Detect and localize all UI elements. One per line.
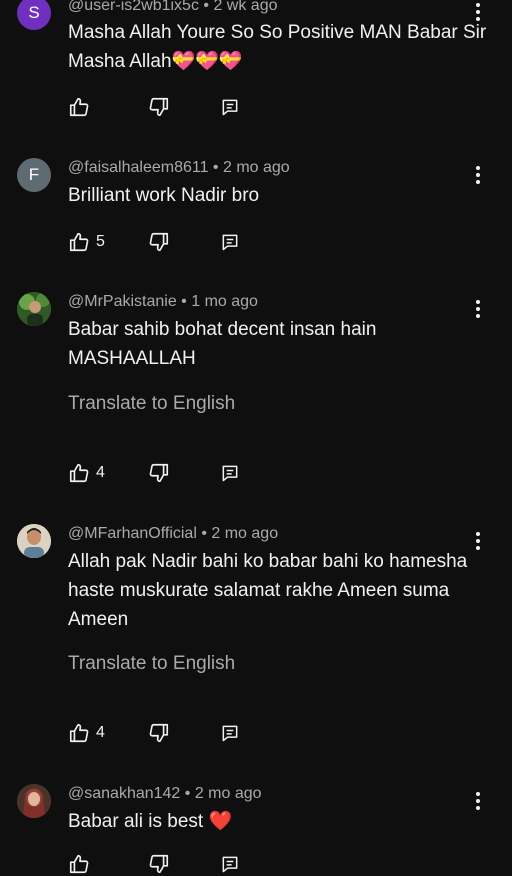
comment-actions: 4 bbox=[68, 721, 268, 745]
reply-button[interactable] bbox=[220, 852, 240, 876]
reply-icon bbox=[222, 465, 238, 482]
dislike-button[interactable] bbox=[148, 721, 170, 745]
comment-author[interactable]: @MFarhanOfficial bbox=[68, 525, 197, 542]
comment-time: 2 mo ago bbox=[222, 159, 290, 176]
reply-button[interactable] bbox=[220, 230, 240, 254]
avatar[interactable]: F bbox=[17, 158, 51, 192]
comment-text: Babar ali is best ❤️ bbox=[68, 811, 233, 832]
meta-separator: • bbox=[198, 0, 214, 14]
comment-author[interactable]: @MrPakistanie bbox=[68, 293, 177, 310]
comment-time: 2 mo ago bbox=[194, 785, 262, 802]
thumb-down-icon bbox=[149, 463, 169, 483]
thumb-down-icon bbox=[149, 723, 169, 743]
comment-header: @MFarhanOfficial • 2 mo ago bbox=[68, 524, 278, 544]
comment-actions: 5 bbox=[68, 230, 268, 254]
comment-time: 2 mo ago bbox=[211, 525, 279, 542]
comment-actions bbox=[68, 852, 268, 876]
comment-text: Masha Allah Youre So So Positive MAN Bab… bbox=[68, 22, 487, 72]
avatar[interactable] bbox=[17, 784, 51, 818]
comment-author[interactable]: @sanakhan142 bbox=[68, 785, 180, 802]
comment-actions bbox=[68, 95, 268, 119]
thumb-up-icon bbox=[69, 463, 89, 483]
comment-actions: 4 bbox=[68, 461, 268, 485]
thumb-down-icon bbox=[149, 97, 169, 117]
reply-button[interactable] bbox=[220, 721, 240, 745]
dislike-button[interactable] bbox=[148, 852, 170, 876]
thumb-down-icon bbox=[149, 232, 169, 252]
like-button[interactable] bbox=[68, 95, 96, 119]
avatar-letter: S bbox=[28, 3, 40, 22]
meta-separator: • bbox=[180, 785, 195, 802]
like-count: 4 bbox=[96, 464, 105, 481]
thumb-up-icon bbox=[69, 97, 89, 117]
like-count: 4 bbox=[96, 724, 105, 741]
comment-time: 1 mo ago bbox=[191, 293, 258, 310]
translate-link[interactable]: Translate to English bbox=[68, 652, 235, 676]
dislike-button[interactable] bbox=[148, 230, 170, 254]
reply-icon bbox=[222, 856, 238, 873]
comment-time: 2 wk ago bbox=[213, 0, 278, 14]
avatar-photo bbox=[17, 292, 51, 326]
thumb-up-icon bbox=[69, 232, 89, 252]
like-count: 5 bbox=[96, 233, 105, 250]
avatar[interactable] bbox=[17, 524, 51, 558]
avatar-letter: F bbox=[28, 165, 40, 184]
comment-author[interactable]: @faisalhaleem8611 bbox=[68, 159, 208, 176]
like-button[interactable]: 4 bbox=[68, 721, 105, 745]
reply-button[interactable] bbox=[220, 95, 240, 119]
avatar[interactable]: S bbox=[17, 0, 51, 30]
meta-separator: • bbox=[176, 293, 192, 310]
comment-header: @sanakhan142 • 2 mo ago bbox=[68, 784, 262, 804]
reply-icon bbox=[222, 234, 238, 251]
like-button[interactable] bbox=[68, 852, 96, 876]
comment-text: Brilliant work Nadir bro bbox=[68, 185, 260, 206]
comment-text: Allah pak Nadir bahi ko babar bahi ko ha… bbox=[68, 551, 468, 630]
avatar-photo bbox=[17, 784, 51, 818]
comment-author[interactable]: @user-is2wb1ix5c bbox=[68, 0, 199, 14]
meta-separator: • bbox=[208, 159, 223, 176]
like-button[interactable]: 4 bbox=[68, 461, 105, 485]
dislike-button[interactable] bbox=[148, 461, 170, 485]
reply-icon bbox=[222, 725, 238, 742]
thumb-down-icon bbox=[149, 854, 169, 874]
avatar-photo bbox=[17, 524, 51, 558]
comment-header: @user-is2wb1ix5c • 2 wk ago bbox=[68, 0, 278, 16]
meta-separator: • bbox=[196, 525, 212, 542]
thumb-up-icon bbox=[69, 723, 89, 743]
comment-header: @faisalhaleem8611 • 2 mo ago bbox=[68, 158, 290, 178]
dislike-button[interactable] bbox=[148, 95, 170, 119]
reply-button[interactable] bbox=[220, 461, 240, 485]
comment-header: @MrPakistanie • 1 mo ago bbox=[68, 292, 258, 312]
comment-text: Babar sahib bohat decent insan hain MASH… bbox=[68, 319, 377, 369]
like-button[interactable]: 5 bbox=[68, 230, 105, 254]
translate-link[interactable]: Translate to English bbox=[68, 392, 235, 416]
thumb-up-icon bbox=[69, 854, 89, 874]
avatar[interactable] bbox=[17, 292, 51, 326]
reply-icon bbox=[222, 99, 238, 116]
